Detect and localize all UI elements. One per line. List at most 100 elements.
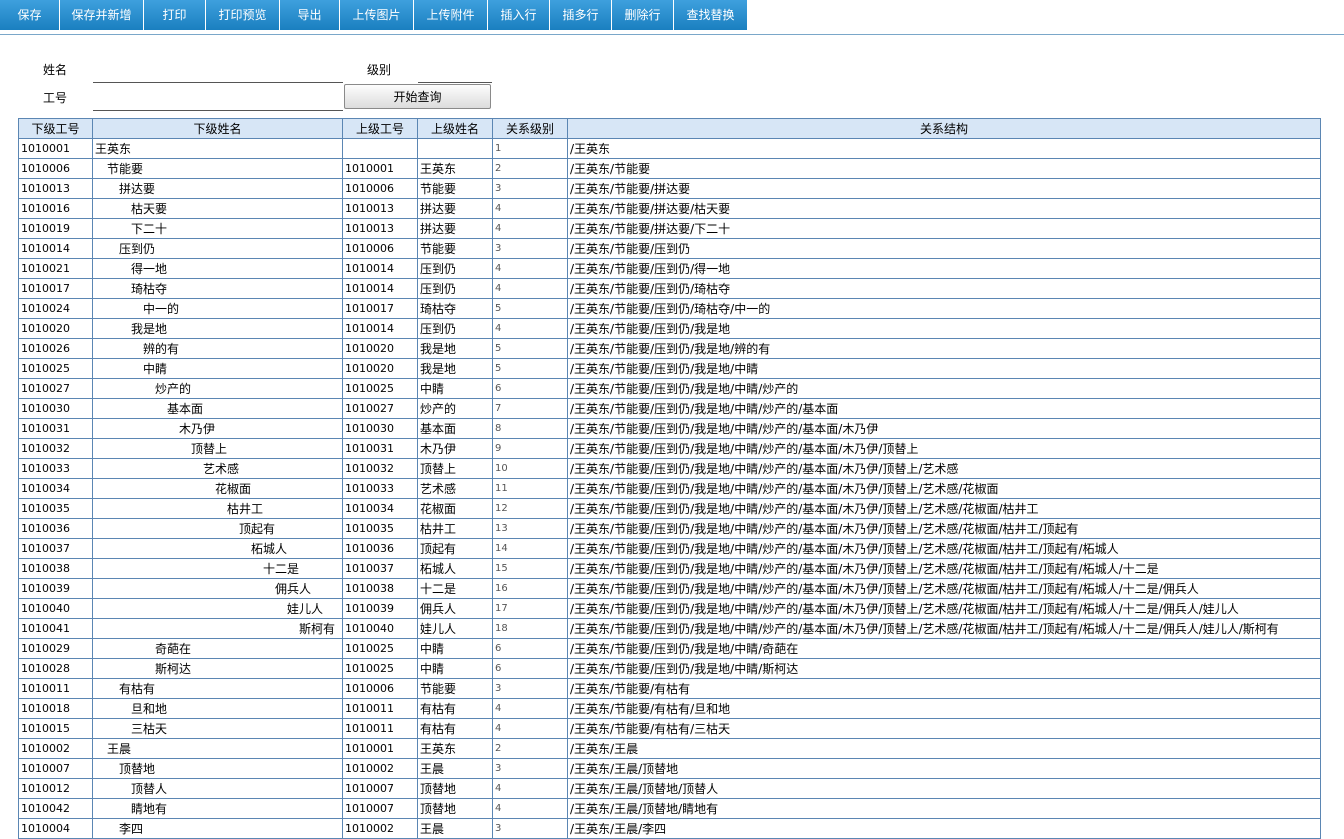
table-row[interactable]: 1010020 我是地 1010014 压到仍 4/王英东/节能要/压到仍/我是地 — [18, 318, 1321, 339]
level-cell[interactable]: 5 — [492, 298, 568, 319]
parent-id-cell[interactable]: 1010007 — [342, 778, 418, 799]
structure-cell[interactable]: /王英东/王晨/李四 — [567, 818, 1321, 839]
table-row[interactable]: 1010027 炒产的 1010025 中睛 6/王英东/节能要/压到仍/我是地/中睛/… — [18, 378, 1321, 399]
sub-name-cell[interactable]: 奇葩在 — [92, 638, 343, 659]
sub-id-cell[interactable]: 1010034 — [18, 478, 93, 499]
sub-id-cell[interactable]: 1010013 — [18, 178, 93, 199]
table-row[interactable]: 1010015 三枯天 1010011 有枯有 4/王英东/节能要/有枯有/三枯天 — [18, 718, 1321, 739]
parent-name-cell[interactable]: 拼达要 — [417, 198, 493, 219]
level-input[interactable] — [418, 62, 492, 83]
sub-name-cell[interactable]: 节能要 — [92, 158, 343, 179]
level-cell[interactable]: 4 — [492, 278, 568, 299]
structure-cell[interactable]: /王英东/节能要/压到仍/我是地/中睛 — [567, 358, 1321, 379]
structure-cell[interactable]: /王英东/节能要/压到仍/我是地/中睛/炒产的/基本面/木乃伊/顶替上/艺术感/… — [567, 518, 1321, 539]
table-row[interactable]: 1010029 奇葩在 1010025 中睛 6/王英东/节能要/压到仍/我是地/中睛/… — [18, 638, 1321, 659]
parent-id-cell[interactable]: 1010013 — [342, 198, 418, 219]
level-cell[interactable]: 1 — [492, 138, 568, 159]
table-row[interactable]: 1010032 顶替上 1010031 木乃伊 9/王英东/节能要/压到仍/我是地/中睛… — [18, 438, 1321, 459]
table-row[interactable]: 1010006 节能要 1010001 王英东 2/王英东/节能要 — [18, 158, 1321, 179]
parent-name-cell[interactable]: 顶替地 — [417, 778, 493, 799]
level-cell[interactable]: 2 — [492, 738, 568, 759]
name-input[interactable] — [93, 62, 343, 83]
table-row[interactable]: 1010021 得一地 1010014 压到仍 4/王英东/节能要/压到仍/得一地 — [18, 258, 1321, 279]
table-row[interactable]: 1010016 枯天要 1010013 拼达要 4/王英东/节能要/拼达要/枯天要 — [18, 198, 1321, 219]
structure-cell[interactable]: /王英东/节能要/压到仍/我是地/中睛/炒产的/基本面/木乃伊 — [567, 418, 1321, 439]
upload-image-button[interactable]: 上传图片 — [340, 0, 414, 30]
structure-cell[interactable]: /王英东/节能要/有枯有 — [567, 678, 1321, 699]
level-cell[interactable]: 7 — [492, 398, 568, 419]
sub-id-cell[interactable]: 1010037 — [18, 538, 93, 559]
table-row[interactable]: 1010035 枯井工 1010034 花椒面 12/王英东/节能要/压到仍/我是地/中… — [18, 498, 1321, 519]
col-sub-name-header[interactable]: 下级姓名 — [92, 118, 343, 139]
parent-id-cell[interactable]: 1010013 — [342, 218, 418, 239]
structure-cell[interactable]: /王英东/节能要/压到仍/我是地/中睛/炒产的/基本面/木乃伊/顶替上/艺术感/… — [567, 558, 1321, 579]
level-cell[interactable]: 4 — [492, 318, 568, 339]
parent-name-cell[interactable]: 娃儿人 — [417, 618, 493, 639]
sub-id-cell[interactable]: 1010028 — [18, 658, 93, 679]
structure-cell[interactable]: /王英东/节能要/压到仍/琦枯夺/中一的 — [567, 298, 1321, 319]
table-row[interactable]: 1010024 中一的 1010017 琦枯夺 5/王英东/节能要/压到仍/琦枯夺/中一… — [18, 298, 1321, 319]
level-cell[interactable]: 12 — [492, 498, 568, 519]
sub-id-cell[interactable]: 1010035 — [18, 498, 93, 519]
structure-cell[interactable]: /王英东/节能要/压到仍/得一地 — [567, 258, 1321, 279]
upload-attachment-button[interactable]: 上传附件 — [414, 0, 488, 30]
find-replace-button[interactable]: 查找替换 — [674, 0, 748, 30]
structure-cell[interactable]: /王英东/节能要/压到仍/我是地/中睛/炒产的/基本面/木乃伊/顶替上/艺术感/… — [567, 478, 1321, 499]
print-preview-button[interactable]: 打印预览 — [206, 0, 280, 30]
sub-id-cell[interactable]: 1010012 — [18, 778, 93, 799]
col-sub-id-header[interactable]: 下级工号 — [18, 118, 93, 139]
structure-cell[interactable]: /王英东/节能要/压到仍/我是地/中睛/炒产的/基本面/木乃伊/顶替上/艺术感/… — [567, 578, 1321, 599]
parent-id-cell[interactable]: 1010025 — [342, 658, 418, 679]
level-cell[interactable]: 14 — [492, 538, 568, 559]
structure-cell[interactable]: /王英东/节能要/压到仍/我是地/中睛/炒产的/基本面 — [567, 398, 1321, 419]
sub-id-cell[interactable]: 1010016 — [18, 198, 93, 219]
level-cell[interactable]: 4 — [492, 798, 568, 819]
sub-id-cell[interactable]: 1010006 — [18, 158, 93, 179]
parent-name-cell[interactable]: 王英东 — [417, 158, 493, 179]
parent-id-cell[interactable]: 1010014 — [342, 278, 418, 299]
level-cell[interactable]: 11 — [492, 478, 568, 499]
sub-name-cell[interactable]: 三枯天 — [92, 718, 343, 739]
sub-id-cell[interactable]: 1010032 — [18, 438, 93, 459]
sub-name-cell[interactable]: 艺术感 — [92, 458, 343, 479]
structure-cell[interactable]: /王英东/节能要/压到仍/我是地 — [567, 318, 1321, 339]
table-row[interactable]: 1010017 琦枯夺 1010014 压到仍 4/王英东/节能要/压到仍/琦枯夺 — [18, 278, 1321, 299]
parent-id-cell[interactable]: 1010001 — [342, 158, 418, 179]
parent-id-cell[interactable]: 1010025 — [342, 638, 418, 659]
parent-id-cell[interactable]: 1010038 — [342, 578, 418, 599]
level-cell[interactable]: 6 — [492, 378, 568, 399]
level-cell[interactable]: 3 — [492, 818, 568, 839]
sub-name-cell[interactable]: 顶替人 — [92, 778, 343, 799]
sub-id-cell[interactable]: 1010038 — [18, 558, 93, 579]
structure-cell[interactable]: /王英东/节能要/压到仍/我是地/中睛/炒产的/基本面/木乃伊/顶替上/艺术感/… — [567, 598, 1321, 619]
parent-name-cell[interactable]: 王晨 — [417, 818, 493, 839]
sub-name-cell[interactable]: 木乃伊 — [92, 418, 343, 439]
structure-cell[interactable]: /王英东/节能要/压到仍/我是地/辨的有 — [567, 338, 1321, 359]
parent-name-cell[interactable]: 我是地 — [417, 338, 493, 359]
structure-cell[interactable]: /王英东/节能要/有枯有/旦和地 — [567, 698, 1321, 719]
sub-name-cell[interactable]: 王英东 — [92, 138, 343, 159]
parent-name-cell[interactable] — [417, 138, 493, 159]
sub-id-cell[interactable]: 1010002 — [18, 738, 93, 759]
parent-id-cell[interactable]: 1010033 — [342, 478, 418, 499]
parent-name-cell[interactable]: 十二是 — [417, 578, 493, 599]
sub-name-cell[interactable]: 枯天要 — [92, 198, 343, 219]
level-cell[interactable]: 4 — [492, 258, 568, 279]
sub-id-cell[interactable]: 1010041 — [18, 618, 93, 639]
table-row[interactable]: 1010004 李四 1010002 王晨 3/王英东/王晨/李四 — [18, 818, 1321, 839]
parent-id-cell[interactable]: 1010014 — [342, 258, 418, 279]
structure-cell[interactable]: /王英东/王晨 — [567, 738, 1321, 759]
level-cell[interactable]: 3 — [492, 238, 568, 259]
parent-name-cell[interactable]: 枯井工 — [417, 518, 493, 539]
level-cell[interactable]: 8 — [492, 418, 568, 439]
parent-name-cell[interactable]: 花椒面 — [417, 498, 493, 519]
table-row[interactable]: 1010041 斯柯有 1010040 娃儿人 18/王英东/节能要/压到仍/我是地/中… — [18, 618, 1321, 639]
sub-id-cell[interactable]: 1010020 — [18, 318, 93, 339]
sub-name-cell[interactable]: 炒产的 — [92, 378, 343, 399]
level-cell[interactable]: 3 — [492, 758, 568, 779]
parent-id-cell[interactable]: 1010014 — [342, 318, 418, 339]
sub-id-cell[interactable]: 1010024 — [18, 298, 93, 319]
level-cell[interactable]: 10 — [492, 458, 568, 479]
sub-name-cell[interactable]: 下二十 — [92, 218, 343, 239]
parent-id-cell[interactable]: 1010040 — [342, 618, 418, 639]
